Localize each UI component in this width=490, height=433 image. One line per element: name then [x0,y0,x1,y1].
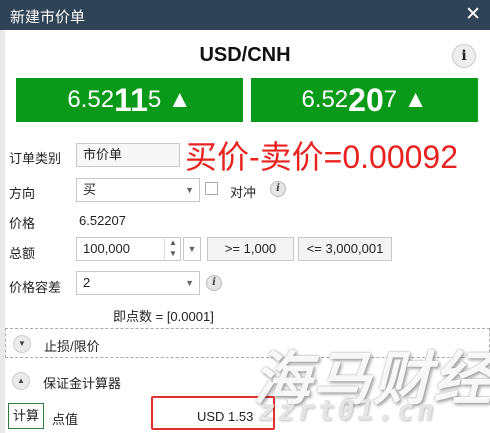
sell-price-button[interactable]: 6.52 11 5 ▲ [16,78,243,122]
spread-annotation: 买价-卖价=0.00092 [185,139,459,175]
sell-price-prefix: 6.52 [67,86,115,113]
slippage-label: 价格容差 [9,280,62,295]
order-type-value: 市价单 [83,147,123,162]
close-icon[interactable]: ✕ [465,3,481,26]
order-type-label: 订单类别 [9,151,62,166]
hedge-checkbox[interactable] [205,182,218,195]
chevron-down-circle-icon: ▼ [13,335,31,353]
stop-limit-label: 止损/限价 [44,339,100,354]
order-type-field: 市价单 [76,143,180,167]
title-bar: 新建市价单 ✕ [0,0,490,30]
amount-label: 总额 [9,246,36,261]
slippage-value: 2 [83,275,91,290]
buy-price-suffix: 7 [383,86,398,113]
slippage-select[interactable]: 2 ▼ [76,271,200,295]
info-icon[interactable]: i [270,181,286,197]
buy-price-prefix: 6.52 [301,86,349,113]
buy-price-big: 20 [348,81,384,118]
price-label: 价格 [9,216,36,231]
margin-calculator-label: 保证金计算器 [43,376,122,391]
hedge-label: 对冲 [230,185,257,200]
info-icon[interactable]: i [206,275,222,291]
chevron-down-icon: ▼ [185,185,194,195]
sell-price-big: 11 [114,81,148,118]
pip-note: 即点数 = [0.0001] [113,309,214,324]
info-icon[interactable]: i [452,44,476,68]
chevron-up-circle-icon: ▲ [12,372,30,390]
direction-select[interactable]: 买 ▼ [76,178,200,202]
arrow-up-icon: ▲ [403,86,428,113]
min-amount-button[interactable]: >= 1,000 [207,237,294,261]
sell-price-suffix: 5 [147,86,162,113]
arrow-up-icon: ▲ [167,86,192,113]
amount-value: 100,000 [83,241,130,256]
amount-stepper[interactable]: ▲ ▼ [164,237,181,261]
buy-price-button[interactable]: 6.52 20 7 ▲ [251,78,478,122]
pip-value-label: 点值 [52,412,79,427]
max-amount-button[interactable]: <= 3,000,001 [298,237,392,261]
amount-dropdown[interactable]: ▼ [183,237,201,261]
chevron-down-icon: ▼ [185,278,194,288]
calculate-button[interactable]: 计算 [8,403,44,429]
pip-value: USD 1.53 [197,409,254,424]
price-value: 6.52207 [79,213,126,228]
direction-label: 方向 [9,186,36,201]
watermark-url: zzrt01.cn [258,394,437,427]
window-title: 新建市价单 [10,9,86,26]
instrument-pair: USD/CNH [199,44,291,66]
direction-value: 买 [83,182,97,197]
